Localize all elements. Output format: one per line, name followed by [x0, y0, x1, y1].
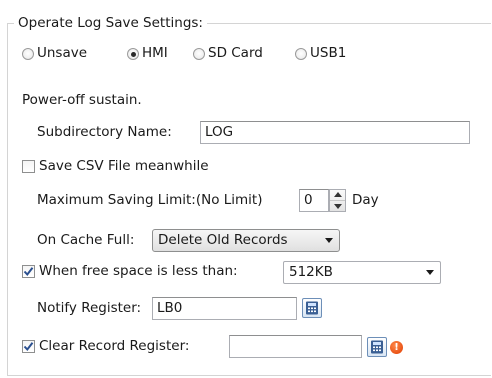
radio-usb1[interactable]	[295, 48, 307, 60]
subdirectory-input[interactable]: LOG	[200, 121, 470, 144]
spinner-down-button[interactable]	[330, 201, 345, 211]
power-off-note: Power-off sustain.	[22, 92, 142, 108]
chevron-up-icon	[334, 192, 342, 197]
max-saving-input[interactable]: 0	[299, 189, 329, 212]
notify-register-calculator-button[interactable]	[302, 298, 322, 318]
clear-register-input[interactable]	[229, 335, 362, 358]
spinner-up-button[interactable]	[330, 190, 345, 201]
subdirectory-label: Subdirectory Name:	[37, 124, 172, 140]
checkmark-icon	[23, 342, 34, 352]
free-space-selected: 512KB	[289, 264, 333, 280]
radio-unsave-label[interactable]: Unsave	[37, 43, 87, 63]
notify-register-input[interactable]: LB0	[152, 297, 297, 320]
checkmark-icon	[23, 267, 34, 277]
radio-unsave[interactable]	[22, 48, 34, 60]
cache-full-dropdown[interactable]: Delete Old Records	[152, 229, 340, 252]
max-saving-unit: Day	[352, 192, 379, 208]
free-space-label[interactable]: When free space is less than:	[39, 261, 238, 281]
calculator-icon	[371, 340, 383, 354]
notify-register-label: Notify Register:	[37, 300, 142, 316]
chevron-down-icon	[426, 270, 434, 275]
radio-sd-card[interactable]	[193, 48, 205, 60]
radio-hmi[interactable]	[127, 48, 139, 60]
group-title: Operate Log Save Settings:	[14, 14, 207, 32]
cache-full-selected: Delete Old Records	[158, 232, 288, 248]
cache-full-label: On Cache Full:	[37, 232, 135, 248]
chevron-down-icon	[325, 238, 333, 243]
radio-sd-card-label[interactable]: SD Card	[208, 43, 263, 63]
save-csv-label[interactable]: Save CSV File meanwhile	[39, 156, 209, 176]
radio-hmi-label[interactable]: HMI	[142, 43, 168, 63]
clear-register-label[interactable]: Clear Record Register:	[39, 336, 189, 356]
chevron-down-icon	[334, 204, 342, 209]
clear-register-checkbox[interactable]	[22, 340, 35, 353]
free-space-checkbox[interactable]	[22, 265, 35, 278]
radio-usb1-label[interactable]: USB1	[310, 43, 346, 63]
error-icon: !	[390, 341, 403, 354]
free-space-dropdown[interactable]: 512KB	[283, 261, 441, 284]
max-saving-label: Maximum Saving Limit:(No Limit)	[37, 192, 263, 208]
clear-register-calculator-button[interactable]	[367, 337, 387, 357]
save-csv-checkbox[interactable]	[22, 160, 35, 173]
calculator-icon	[306, 301, 318, 315]
max-saving-spinner[interactable]	[329, 189, 346, 212]
